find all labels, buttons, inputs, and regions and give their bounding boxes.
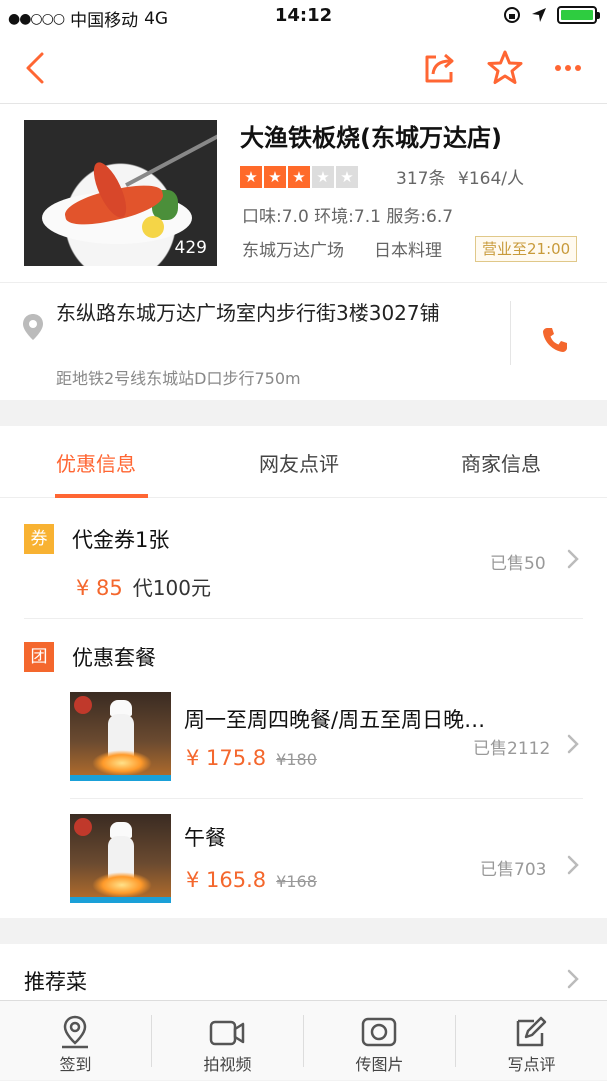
group-title: 优惠套餐 — [72, 646, 156, 670]
phone-icon[interactable] — [540, 325, 570, 355]
write-review-label: 写点评 — [507, 1055, 556, 1074]
package-price: ¥ 175.8 — [186, 746, 267, 770]
star-filled-icon: ★ — [240, 166, 262, 188]
checkin-label: 签到 — [59, 1055, 92, 1074]
package-sold: 已售703 — [480, 860, 547, 880]
group-tag: 团 — [24, 642, 54, 672]
location-pin-icon — [23, 314, 43, 340]
write-review-button[interactable]: 写点评 — [456, 1001, 607, 1081]
deals-section: 券 代金券1张 ¥ 85 代100元 已售50 团 优惠套餐 周一至周四晚餐/周五… — [0, 498, 607, 918]
voucher-tag: 券 — [24, 524, 54, 554]
review-count: 317条 — [396, 169, 446, 189]
rotation-lock-icon — [504, 7, 520, 23]
tab-deals[interactable]: 优惠信息 — [56, 448, 136, 477]
package-price-row: ¥ 165.8 ¥168 — [186, 868, 317, 892]
divider — [510, 301, 511, 365]
voucher-price-row[interactable]: ¥ 85 代100元 — [76, 572, 211, 601]
score-breakdown: 口味:7.0 环境:7.1 服务:6.7 — [242, 207, 454, 227]
share-icon[interactable] — [420, 48, 460, 88]
upload-photo-label: 传图片 — [355, 1055, 404, 1074]
package-old-price: ¥168 — [276, 872, 317, 891]
nav-bar — [0, 34, 607, 104]
voucher-desc: 代100元 — [132, 576, 211, 600]
address-text: 东纵路东城万达广场室内步行街3楼3027铺 — [56, 301, 440, 325]
video-label: 拍视频 — [203, 1055, 252, 1074]
shop-cuisine: 日本料理 — [374, 241, 442, 261]
checkin-button[interactable]: 签到 — [0, 1001, 151, 1081]
tab-merchant-info[interactable]: 商家信息 — [461, 448, 541, 477]
shop-area: 东城万达广场 — [242, 241, 344, 261]
chevron-right-icon[interactable] — [566, 968, 580, 990]
video-camera-icon — [209, 1020, 245, 1046]
voucher-sold: 已售50 — [490, 554, 546, 574]
package-price-row: ¥ 175.8 ¥180 — [186, 746, 317, 770]
upload-photo-button[interactable]: 传图片 — [304, 1001, 455, 1081]
star-empty-icon: ★ — [312, 166, 334, 188]
tab-bar: 优惠信息 网友点评 商家信息 — [0, 426, 607, 498]
voucher-price: ¥ 85 — [76, 576, 123, 600]
location-arrow-icon — [532, 8, 546, 22]
back-arrow-icon[interactable] — [18, 48, 58, 88]
shop-photo[interactable]: 429 — [24, 120, 217, 266]
chevron-right-icon[interactable] — [566, 733, 580, 755]
divider — [24, 618, 583, 619]
package-sold: 已售2112 — [473, 739, 551, 759]
package-photo[interactable] — [70, 692, 171, 781]
package-photo[interactable] — [70, 814, 171, 903]
avg-price: ¥164/人 — [458, 169, 524, 189]
video-button[interactable]: 拍视频 — [152, 1001, 303, 1081]
status-bar: ●●○○○ 中国移动 4G 14:12 — [0, 0, 607, 34]
hours-badge: 营业至21:00 — [475, 236, 578, 262]
edit-review-icon — [516, 1016, 547, 1047]
star-filled-icon: ★ — [288, 166, 310, 188]
star-filled-icon: ★ — [264, 166, 286, 188]
package-title[interactable]: 午餐 — [184, 822, 226, 852]
bottom-action-bar: 签到 拍视频 传图片 写点评 — [0, 1000, 607, 1080]
package-old-price: ¥180 — [276, 750, 317, 769]
chevron-right-icon[interactable] — [566, 854, 580, 876]
battery-icon — [557, 6, 600, 24]
tab-reviews[interactable]: 网友点评 — [259, 448, 339, 477]
voucher-title: 代金券1张 — [72, 528, 170, 552]
address-card[interactable]: 东纵路东城万达广场室内步行街3楼3027铺 距地铁2号线东城站D口步行750m — [0, 282, 607, 400]
star-empty-icon: ★ — [336, 166, 358, 188]
shop-name: 大渔铁板烧(东城万达店) — [240, 124, 502, 152]
more-dots-icon[interactable] — [548, 48, 588, 88]
recommend-section[interactable]: 推荐菜 — [0, 944, 607, 1000]
subway-distance: 距地铁2号线东城站D口步行750m — [56, 369, 301, 388]
package-price: ¥ 165.8 — [186, 868, 267, 892]
divider — [70, 798, 583, 799]
photo-count: 429 — [174, 238, 207, 258]
star-rating: ★ ★ ★ ★ ★ — [240, 166, 358, 188]
status-right — [503, 6, 600, 24]
shop-card[interactable]: 429 大渔铁板烧(东城万达店) ★ ★ ★ ★ ★ 317条 ¥164/人 口… — [0, 104, 607, 282]
location-pin-icon — [62, 1015, 88, 1049]
recommend-title: 推荐菜 — [24, 970, 87, 994]
photo-icon — [361, 1017, 397, 1047]
chevron-right-icon[interactable] — [566, 548, 580, 570]
package-title[interactable]: 周一至周四晚餐/周五至周日晚… — [184, 704, 485, 734]
star-outline-icon[interactable] — [485, 48, 525, 88]
